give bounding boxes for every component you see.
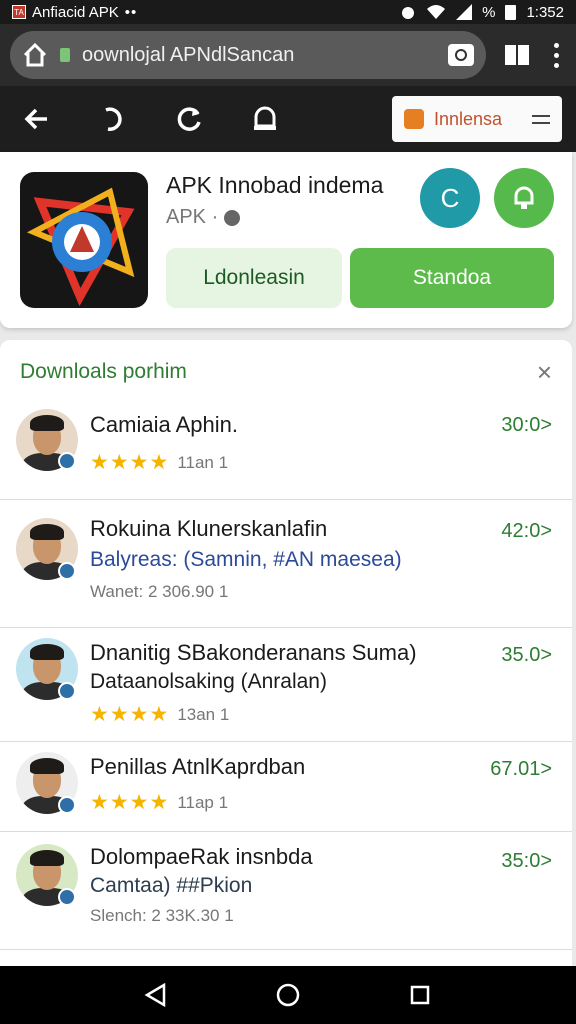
bell-icon[interactable]	[242, 96, 288, 142]
app-subtitle-text: APK ·	[166, 206, 219, 228]
language-label: Innlensa	[434, 108, 503, 129]
system-nav-bar	[0, 966, 576, 1024]
item-meta: ★★★★ 11ap 1	[90, 790, 228, 815]
verified-badge-icon	[58, 796, 76, 814]
hamburger-icon[interactable]	[532, 114, 550, 124]
alarm-icon	[402, 7, 415, 19]
recents-nav-icon[interactable]	[405, 980, 435, 1010]
back-icon[interactable]	[14, 96, 60, 142]
lock-icon	[60, 48, 70, 62]
item-meta-text: 13an 1	[177, 704, 230, 724]
item-meta: Slench: 2 33K.30 1	[90, 906, 234, 926]
item-subtitle: Camtaa) ##Pkion	[90, 874, 253, 897]
status-right: % 1:352	[400, 4, 564, 21]
status-app-title: Anfiacid APK	[32, 3, 119, 21]
verified-badge-icon	[58, 888, 76, 906]
bell-icon	[514, 186, 534, 209]
item-meta-text: Wanet: 2 306.90 1	[90, 582, 229, 601]
status-bar: TA Anfiacid APK •• % 1:352	[0, 0, 576, 24]
flag-icon	[404, 109, 424, 129]
item-price[interactable]: 42:0>	[501, 520, 552, 543]
item-price[interactable]: 30:0>	[501, 414, 552, 437]
language-selector[interactable]: Innlensa	[392, 96, 562, 142]
item-title: DolompaeRak insnbda	[90, 844, 313, 869]
item-subtitle: Dataanolsaking (Anralan)	[90, 670, 327, 693]
close-icon[interactable]: ×	[537, 357, 552, 388]
app-title: APK Innobad indema	[166, 172, 384, 198]
item-title: Penillas AtnlKaprdban	[90, 754, 306, 779]
list-item[interactable]: DolompaeRak insnbda Camtaa) ##Pkion Slen…	[0, 832, 572, 950]
home-icon[interactable]	[22, 42, 48, 68]
verified-badge-icon	[58, 682, 76, 700]
teal-action-button[interactable]: C	[420, 168, 480, 228]
secondary-download-button[interactable]: Ldonleasin	[166, 248, 342, 308]
undo-icon[interactable]	[90, 96, 136, 142]
item-meta: Wanet: 2 306.90 1	[90, 582, 228, 602]
overflow-menu-icon[interactable]	[546, 42, 566, 68]
home-nav-icon[interactable]	[273, 980, 303, 1010]
list-item[interactable]: Dnanitig SBakonderanans Suma) Dataanolsa…	[0, 628, 572, 742]
item-title: Camiaia Aphin.	[90, 412, 238, 437]
teal-button-label: C	[440, 182, 460, 213]
address-box[interactable]: oownlojal APNdlSancan	[10, 31, 486, 79]
item-meta-text: 11ap 1	[177, 792, 229, 812]
list-item[interactable]: Camiaia Aphin. ★★★★ 11an 1 30:0>	[0, 404, 572, 500]
tabs-icon[interactable]	[502, 42, 532, 68]
back-nav-icon[interactable]	[141, 980, 171, 1010]
app-subtitle: APK ·	[166, 206, 241, 229]
star-icon: ★★★★	[90, 703, 170, 726]
item-price[interactable]: 67.01>	[490, 758, 552, 781]
wifi-icon	[427, 5, 446, 19]
list-header: Downloals porhim ×	[0, 340, 572, 404]
list-title: Downloals porhim	[20, 360, 187, 383]
item-title: Rokuina Klunerskanlafin	[90, 516, 328, 541]
verified-badge-icon	[58, 562, 76, 580]
item-meta-text: Slench: 2 33K.30 1	[90, 906, 234, 925]
app-logo	[20, 172, 148, 308]
item-price[interactable]: 35:0>	[501, 850, 552, 873]
item-title: Dnanitig SBakonderanans Suma)	[90, 640, 417, 665]
item-meta: ★★★★ 11an 1	[90, 450, 228, 475]
browser-url-bar: oownlojal APNdlSancan	[0, 24, 576, 86]
item-meta-text: 11an 1	[177, 452, 229, 472]
nav-toolbar: Innlensa	[0, 86, 576, 152]
camera-icon[interactable]	[448, 44, 474, 66]
status-dots: ••	[124, 3, 138, 21]
star-icon: ★★★★	[90, 451, 170, 474]
list-item[interactable]: Rokuina Klunerskanlafin Balyreas: (Samni…	[0, 504, 572, 628]
signal-text: %	[482, 3, 496, 21]
app-card: APK Innobad indema APK · C Ldonleasin St…	[0, 152, 572, 328]
notify-button[interactable]	[494, 168, 554, 228]
item-price[interactable]: 35.0>	[501, 644, 552, 667]
item-meta: ★★★★ 13an 1	[90, 702, 229, 727]
battery-icon	[505, 4, 517, 20]
signal-icon	[456, 4, 473, 20]
item-subtitle: Balyreas: (Samnin, #AN maesea)	[90, 548, 402, 571]
downloads-list: Downloals porhim × Camiaia Aphin. ★★★★ 1…	[0, 340, 572, 970]
app-notification-icon: TA	[12, 5, 26, 19]
url-text[interactable]: oownlojal APNdlSancan	[82, 44, 436, 67]
primary-download-button[interactable]: Standoa	[350, 248, 554, 308]
status-time: 1:352	[526, 3, 564, 21]
refresh-icon[interactable]	[166, 96, 212, 142]
list-item[interactable]: Penillas AtnlKaprdban ★★★★ 11ap 1 67.01>	[0, 742, 572, 832]
gear-icon	[224, 209, 241, 226]
star-icon: ★★★★	[90, 791, 170, 814]
verified-badge-icon	[58, 452, 76, 470]
